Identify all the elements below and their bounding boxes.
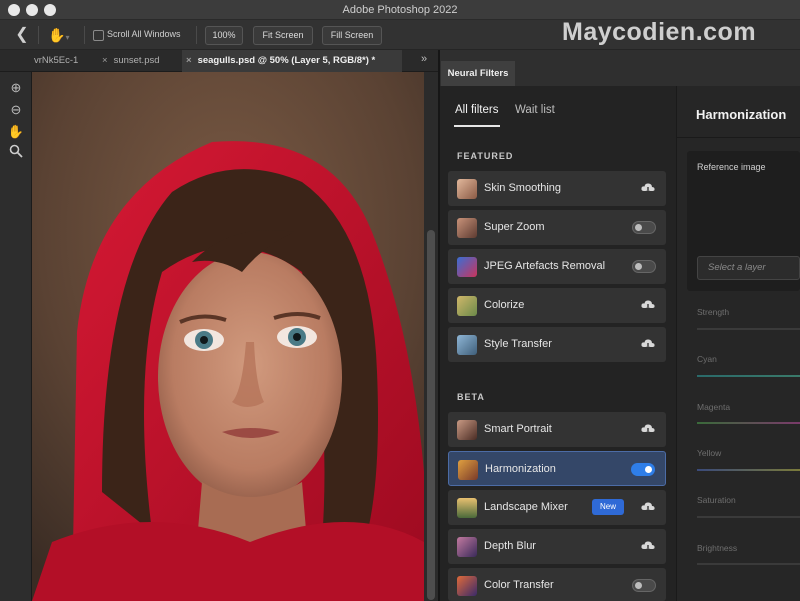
divider <box>676 137 800 138</box>
scroll-all-windows-label: Scroll All Windows <box>107 29 181 39</box>
tab-label: sunset.psd <box>113 55 160 66</box>
active-subtab-indicator <box>454 125 500 127</box>
filter-label: Color Transfer <box>484 579 554 591</box>
filter-item-skin-smoothing[interactable]: Skin Smoothing <box>448 171 666 206</box>
cloud-download-icon[interactable] <box>640 421 656 437</box>
filter-thumbnail <box>457 296 477 316</box>
tab-label: seagulls.psd @ 50% (Layer 5, RGB/8*) * <box>197 55 376 66</box>
portrait-image <box>32 72 424 601</box>
separator <box>196 26 197 44</box>
filter-toggle[interactable] <box>632 221 656 234</box>
fit-screen-button[interactable]: Fit Screen <box>253 26 313 45</box>
select-layer-dropdown[interactable]: Select a layer <box>697 256 800 280</box>
featured-heading: FEATURED <box>457 151 514 161</box>
filter-thumbnail <box>457 335 477 355</box>
filter-label: Super Zoom <box>484 221 545 233</box>
cloud-download-icon[interactable] <box>640 336 656 352</box>
beta-heading: BETA <box>457 392 485 402</box>
detail-title: Harmonization <box>696 107 787 122</box>
filter-label: Harmonization <box>485 463 556 475</box>
filter-item-colorize[interactable]: Colorize <box>448 288 666 323</box>
slider-label-cyan: Cyan <box>697 354 717 364</box>
filter-label: Depth Blur <box>484 540 536 552</box>
cloud-download-icon[interactable] <box>640 180 656 196</box>
slider-label-magenta: Magenta <box>697 402 731 412</box>
filter-item-landscape-mixer[interactable]: Landscape Mixer New <box>448 490 666 525</box>
watermark: Maycodien.com <box>562 18 757 46</box>
cloud-download-icon[interactable] <box>640 297 656 313</box>
filter-item-harmonization[interactable]: Harmonization <box>448 451 666 486</box>
canvas-scrollbar-thumb[interactable] <box>427 230 435 600</box>
filter-toggle[interactable] <box>631 463 655 476</box>
panel-collapse-icon[interactable]: » <box>421 53 427 65</box>
cloud-download-icon[interactable] <box>640 538 656 554</box>
cloud-download-icon[interactable] <box>640 499 656 515</box>
filter-label: Smart Portrait <box>484 423 552 435</box>
filter-thumbnail <box>457 498 477 518</box>
tab-sunset[interactable]: × sunset.psd <box>98 50 182 72</box>
filter-thumbnail <box>457 218 477 238</box>
tab-seagulls[interactable]: × seagulls.psd @ 50% (Layer 5, RGB/8*) * <box>182 50 402 72</box>
slider-label-saturation: Saturation <box>697 495 736 505</box>
zoom-in-icon[interactable]: ⊕ <box>6 78 26 98</box>
filter-toggle[interactable] <box>632 260 656 273</box>
reference-image-label: Reference image <box>697 162 766 172</box>
filter-item-depth-blur[interactable]: Depth Blur <box>448 529 666 564</box>
window-title: Adobe Photoshop 2022 <box>342 4 458 16</box>
tab-neural-filters[interactable]: Neural Filters <box>441 61 515 86</box>
filter-thumbnail <box>457 179 477 199</box>
scroll-all-windows-checkbox[interactable] <box>93 30 104 41</box>
tab-all-filters[interactable]: All filters <box>455 104 498 116</box>
filter-thumbnail <box>457 576 477 596</box>
close-tab-icon[interactable]: × <box>102 55 108 66</box>
hand-icon[interactable]: ✋▾ <box>48 25 76 45</box>
zoom-100-button[interactable]: 100% <box>205 26 243 45</box>
filter-label: Colorize <box>484 299 525 311</box>
filter-label: Skin Smoothing <box>484 182 562 194</box>
filter-label: Style Transfer <box>484 338 552 350</box>
fill-screen-button[interactable]: Fill Screen <box>322 26 382 45</box>
slider-cyan[interactable] <box>697 375 800 377</box>
slider-brightness[interactable] <box>697 563 800 565</box>
tab-label: vrNk5Ec-1 <box>34 55 79 66</box>
filter-thumbnail <box>458 460 478 480</box>
magnifier-icon[interactable] <box>6 144 26 164</box>
separator <box>84 26 85 44</box>
filter-label: JPEG Artefacts Removal <box>484 260 606 272</box>
slider-label-brightness: Brightness <box>697 543 738 553</box>
filter-thumbnail <box>457 537 477 557</box>
title-bar: Adobe Photoshop 2022 <box>0 0 800 20</box>
back-arrow-icon[interactable]: ❮ <box>12 25 32 45</box>
close-tab-icon[interactable]: × <box>186 55 192 66</box>
filter-label: Landscape Mixer <box>484 501 568 513</box>
filter-toggle[interactable] <box>632 579 656 592</box>
filter-thumbnail <box>457 420 477 440</box>
slider-saturation[interactable] <box>697 516 800 518</box>
filter-item-style-transfer[interactable]: Style Transfer <box>448 327 666 362</box>
hand-tool-icon[interactable]: ✋ <box>6 122 26 142</box>
slider-magenta[interactable] <box>697 422 800 424</box>
separator <box>38 26 39 44</box>
filter-item-super-zoom[interactable]: Super Zoom <box>448 210 666 245</box>
document-canvas[interactable] <box>32 72 424 601</box>
filter-item-jpeg-artefacts-removal[interactable]: JPEG Artefacts Removal <box>448 249 666 284</box>
filter-item-smart-portrait[interactable]: Smart Portrait <box>448 412 666 447</box>
document-tab-bar: vrNk5Ec-1 × sunset.psd × seagulls.psd @ 50… <box>0 50 438 72</box>
new-badge: New <box>592 499 624 515</box>
slider-strength[interactable] <box>697 328 800 330</box>
zoom-out-icon[interactable]: ⊖ <box>6 100 26 120</box>
tab-wait-list[interactable]: Wait list <box>515 104 555 116</box>
slider-label-strength: Strength <box>697 307 730 317</box>
tools-panel: ⊕ ⊖ ✋ <box>0 72 32 601</box>
tab-vrnk5ec[interactable]: vrNk5Ec-1 <box>30 50 106 72</box>
slider-yellow[interactable] <box>697 469 800 471</box>
filter-thumbnail <box>457 257 477 277</box>
filter-item-color-transfer[interactable]: Color Transfer <box>448 568 666 601</box>
slider-label-yellow: Yellow <box>697 448 722 458</box>
